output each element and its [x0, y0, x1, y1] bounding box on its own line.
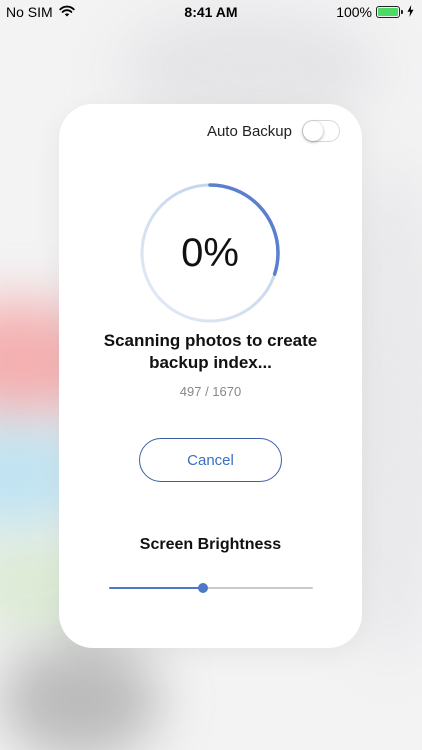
brightness-label: Screen Brightness — [139, 536, 282, 553]
brightness-slider[interactable] — [109, 578, 313, 598]
toggle-knob — [303, 121, 323, 141]
scan-count: 497 / 1670 — [179, 384, 242, 399]
battery-fill — [378, 8, 398, 16]
auto-backup-label: Auto Backup — [206, 122, 292, 140]
auto-backup-row: Auto Backup — [207, 120, 340, 142]
charging-bolt-icon — [407, 4, 414, 20]
backup-card: Auto Backup 0% Scanning photos to create… — [59, 104, 362, 648]
status-right: 100% — [336, 4, 414, 20]
slider-fill — [109, 587, 203, 589]
battery-percent: 100% — [336, 4, 372, 20]
status-bar: No SIM 8:41 AM 100% — [0, 0, 422, 22]
scan-status-text: Scanning photos to create backup index..… — [59, 330, 362, 374]
cancel-button[interactable]: Cancel — [139, 438, 282, 482]
scan-status-line-1: Scanning photos to create — [103, 331, 318, 350]
background-blur-dark — [0, 640, 160, 750]
progress-ring: 0% — [139, 182, 281, 324]
auto-backup-toggle[interactable] — [302, 120, 340, 142]
scan-status-line-2: backup index... — [149, 353, 272, 372]
progress-percent: 0% — [181, 230, 239, 275]
slider-thumb[interactable] — [197, 583, 208, 593]
battery-icon — [376, 6, 403, 18]
